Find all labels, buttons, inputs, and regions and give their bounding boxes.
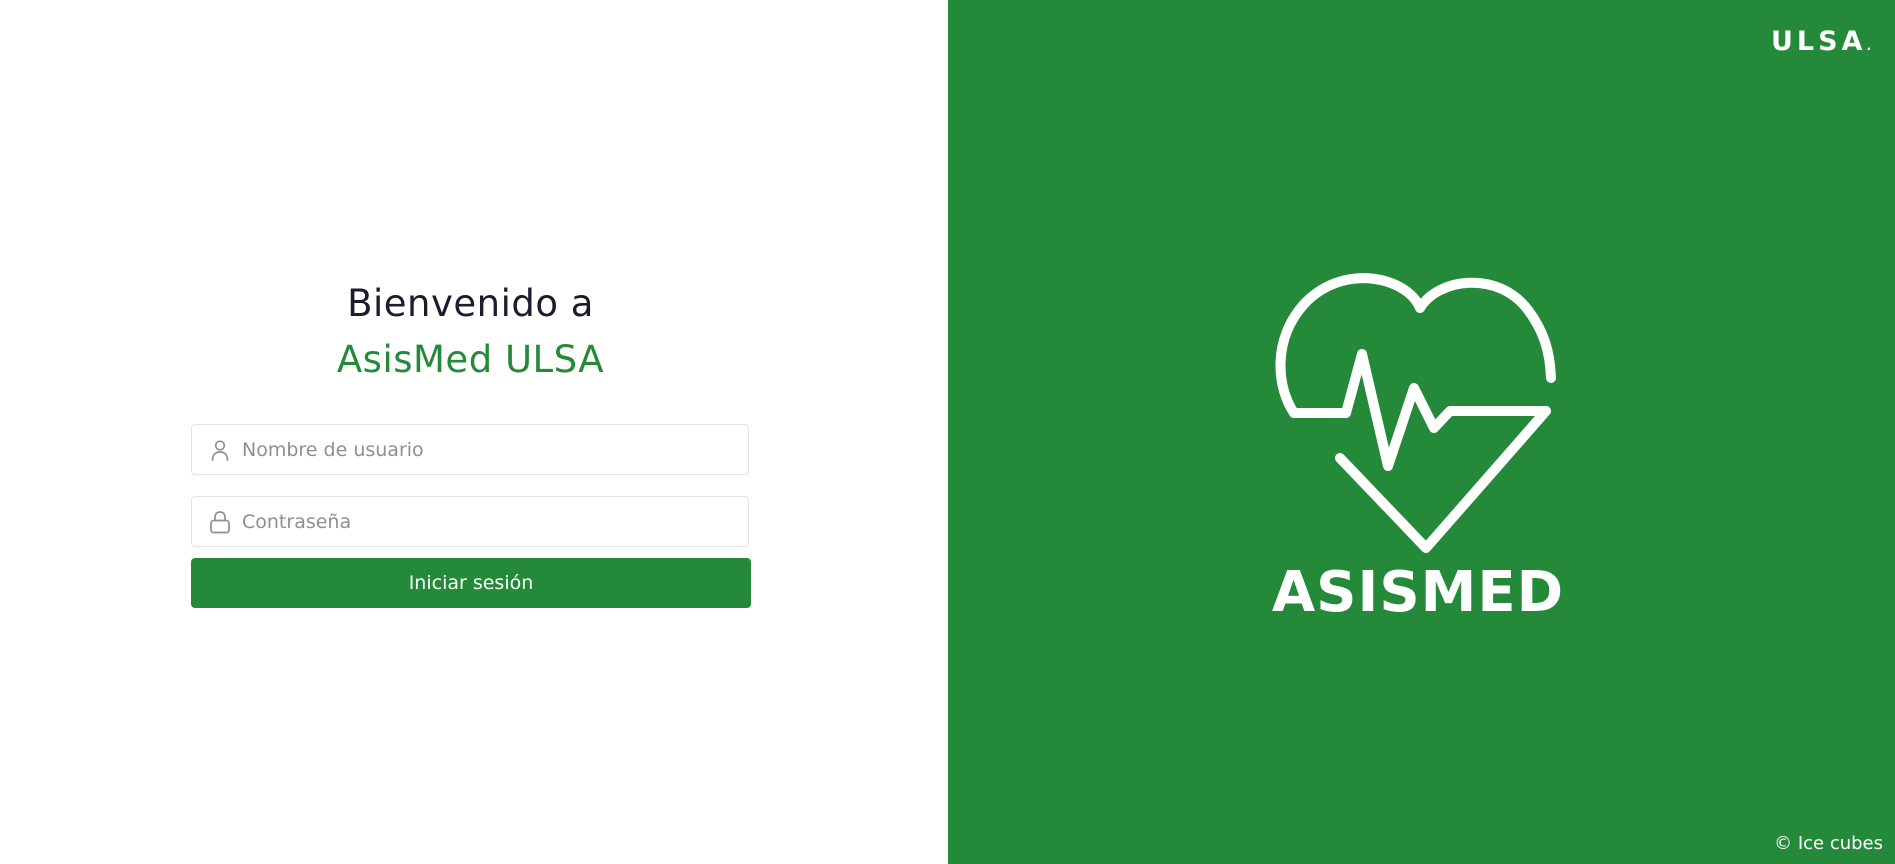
lock-icon	[209, 510, 231, 534]
login-button[interactable]: Iniciar sesión	[191, 558, 751, 608]
ulsa-logo-dot: .	[1866, 39, 1871, 53]
heart-pulse-icon	[1258, 270, 1578, 570]
login-page: Bienvenido a AsisMed ULSA Iniciar sesión	[0, 0, 1895, 864]
username-field[interactable]	[191, 424, 749, 475]
app-name-heading: AsisMed ULSA	[336, 338, 605, 381]
username-input[interactable]	[240, 428, 748, 471]
login-panel: Bienvenido a AsisMed ULSA Iniciar sesión	[0, 0, 948, 864]
copyright-text: © Ice cubes	[1774, 833, 1883, 854]
ulsa-logo: ULSA.	[1771, 26, 1871, 57]
ulsa-logo-text: ULSA	[1770, 26, 1867, 57]
welcome-heading: Bienvenido a	[347, 282, 594, 325]
brand-panel: ULSA. ASISMED © Ice cubes	[948, 0, 1895, 864]
user-icon	[209, 438, 231, 462]
asismed-wordmark: ASISMED	[1271, 560, 1565, 625]
password-field[interactable]	[191, 496, 749, 547]
password-input[interactable]	[240, 500, 748, 543]
